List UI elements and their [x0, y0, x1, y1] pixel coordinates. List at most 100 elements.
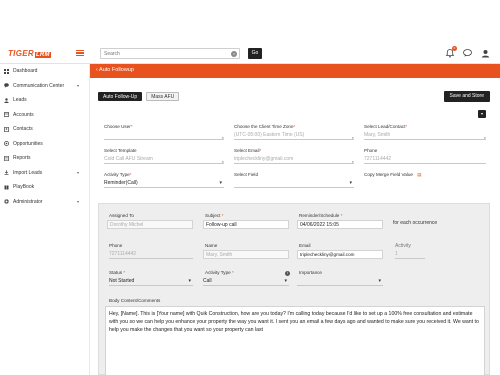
- panel-email-label: Email: [299, 243, 311, 248]
- assigned-to-label: Assigned To: [109, 213, 134, 218]
- sidebar-item-contacts[interactable]: Contacts: [0, 122, 89, 137]
- logo-sub: LRM: [34, 52, 51, 58]
- hamburger-menu-icon[interactable]: [76, 50, 84, 57]
- reminder-datetime-input[interactable]: 04/06/2022 15:05: [297, 220, 383, 229]
- info-icon[interactable]: i: [285, 271, 290, 276]
- sidebar-item-label: Communication Center: [13, 82, 65, 89]
- copy-merge-label: Copy Merge Field Value ▤: [364, 172, 422, 177]
- chevron-down-icon: ▾: [76, 198, 79, 204]
- caret-down-icon: ▾: [349, 180, 352, 186]
- top-bar: TIGERLRM × Go 0: [0, 42, 500, 64]
- back-link[interactable]: ‹ Auto Followup: [96, 67, 134, 73]
- time-zone-label: Choose the Client Time Zone*: [234, 124, 296, 129]
- go-button[interactable]: Go: [248, 48, 262, 59]
- name-label: Name: [205, 243, 218, 248]
- search-icon: ⌕: [221, 159, 224, 164]
- sidebar-item-label: Opportunities: [13, 140, 43, 147]
- status-label: Status *: [109, 270, 126, 275]
- choose-user-label: Choose User*: [104, 124, 133, 129]
- template-label: Select Template: [104, 148, 137, 153]
- lead-contact-field[interactable]: Mary, Smith ⌕: [364, 131, 486, 140]
- sidebar-item-label: Reports: [13, 155, 31, 162]
- email-field[interactable]: triplecheckliny@gmail.com ⌕: [234, 155, 354, 164]
- sidebar-item-label: Contacts: [13, 126, 33, 133]
- bell-icon[interactable]: 0: [445, 45, 457, 58]
- top-icons: 0: [445, 45, 490, 58]
- sidebar-item-playbook[interactable]: PlayBook: [0, 180, 89, 195]
- importance-select[interactable]: ▾: [297, 277, 383, 286]
- collapse-toggle-icon[interactable]: ▾: [478, 110, 486, 118]
- search-input[interactable]: [101, 49, 221, 58]
- user-avatar-icon[interactable]: [481, 49, 490, 58]
- select-field-select[interactable]: ▾: [234, 179, 354, 188]
- sidebar-item-reports[interactable]: Reports: [0, 151, 89, 166]
- status-select[interactable]: Not Started ▾: [109, 277, 193, 286]
- app-logo[interactable]: TIGER LRM: [8, 49, 51, 58]
- panel-activity-type-select[interactable]: Call ▾: [203, 277, 289, 286]
- lead-contact-label: Select Lead/Contact*: [364, 124, 408, 129]
- email-label: Select Email*: [234, 148, 262, 153]
- subject-input[interactable]: Follow-up call: [203, 220, 289, 229]
- activity-panel: Assigned To Dorothy Michel Subject * Fol…: [98, 203, 490, 375]
- panel-email-field[interactable]: triplecheckliny@gmail.com: [297, 250, 383, 259]
- tab-auto-follow-up[interactable]: Auto Follow-Up: [98, 92, 143, 101]
- sidebar-item-leads[interactable]: Leads: [0, 93, 89, 108]
- import-icon: [4, 170, 9, 176]
- assigned-to-field[interactable]: Dorothy Michel: [107, 220, 193, 229]
- caret-down-icon: ▾: [284, 278, 287, 284]
- admin-icon: [4, 199, 9, 205]
- sidebar-item-accounts[interactable]: Accounts: [0, 108, 89, 123]
- caret-down-icon: ▾: [219, 180, 222, 186]
- sidebar-item-label: PlayBook: [13, 184, 35, 191]
- name-field[interactable]: Mary, Smith: [203, 250, 289, 259]
- chat-bubble-icon[interactable]: [463, 48, 472, 58]
- choose-user-field[interactable]: ⌕: [104, 131, 224, 140]
- template-field[interactable]: Cold Call AFU Stream ⌕: [104, 155, 224, 164]
- sidebar-item-label: Dashboard: [13, 68, 38, 75]
- contacts-icon: [4, 126, 9, 132]
- sidebar-item-administrator[interactable]: Administrator ▾: [0, 195, 89, 210]
- reports-icon: [4, 155, 9, 161]
- search-icon: ⌕: [351, 159, 354, 164]
- search-box: ×: [100, 48, 240, 59]
- occurrence-text: for each occurrence: [393, 220, 438, 226]
- clear-search-icon[interactable]: ×: [231, 51, 237, 57]
- sidebar-item-communication-center[interactable]: Communication Center ▾: [0, 79, 89, 94]
- importance-label: Importance: [299, 270, 322, 275]
- panel-activity-type-label: Activity Type *: [205, 270, 234, 275]
- sidebar-item-label: Accounts: [13, 111, 34, 118]
- search-icon: ⌕: [351, 135, 354, 140]
- activity-type-select[interactable]: Reminder(Call) ▾: [104, 179, 224, 188]
- search-icon: ⌕: [221, 135, 224, 140]
- subject-label: Subject *: [205, 213, 224, 218]
- body-content-textarea[interactable]: Hey, [Name]. This is [Your name] with Qu…: [105, 306, 485, 375]
- select-field-label: Select Field: [234, 172, 259, 177]
- phone-label: Phone: [109, 243, 123, 248]
- playbook-icon: [4, 185, 9, 190]
- sidebar-item-label: Import Leads: [13, 169, 43, 176]
- sidebar-item-label: Administrator: [13, 198, 43, 205]
- chat-icon: [4, 83, 9, 89]
- save-and-store-button[interactable]: Save and Store: [443, 91, 490, 102]
- activity-count-field: 1: [395, 250, 425, 259]
- caret-down-icon: ▾: [378, 278, 381, 284]
- sidebar-item-label: Leads: [13, 97, 27, 104]
- sidebar-item-import-leads[interactable]: Import Leads ▾: [0, 166, 89, 181]
- tab-mass-afu[interactable]: Mass AFU: [146, 92, 180, 101]
- opportunities-icon: [4, 141, 9, 147]
- document-icon[interactable]: ▤: [417, 172, 421, 177]
- activity-type-label: Activity Type*: [104, 172, 132, 177]
- sidebar-item-opportunities[interactable]: Opportunities: [0, 137, 89, 152]
- dashboard-icon: [4, 68, 9, 74]
- time-zone-field[interactable]: (UTC-05:00) Eastern Time (US) ⌕: [234, 131, 354, 140]
- search-icon: ⌕: [483, 135, 486, 140]
- panel-phone-field[interactable]: 7271114442: [109, 250, 193, 259]
- sidebar-item-dashboard[interactable]: Dashboard: [0, 64, 89, 79]
- phone-label: Phone: [364, 148, 378, 153]
- phone-field[interactable]: 7271114442: [364, 155, 486, 164]
- tab-bar: Auto Follow-Up Mass AFU: [98, 92, 180, 101]
- page-header: ‹ Auto Followup: [90, 64, 500, 78]
- activity-label: Activity: [395, 243, 411, 249]
- notification-badge: 0: [452, 45, 457, 51]
- logo-main: TIGER: [8, 49, 34, 58]
